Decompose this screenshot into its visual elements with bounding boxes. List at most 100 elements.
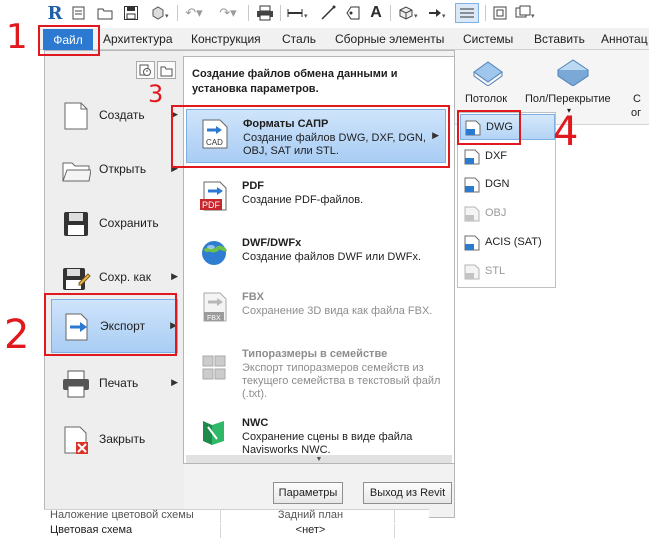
dimension-icon[interactable] <box>318 3 340 23</box>
menu-save[interactable]: Сохранить <box>51 197 178 251</box>
menu-open[interactable]: Открыть ▶ <box>51 143 178 197</box>
flyout-acis-sat-label: ACIS (SAT) <box>485 236 542 248</box>
application-menu-commands: Создать ▶ Открыть ▶ Сохранить Сохр. как … <box>45 51 184 517</box>
tab-precast[interactable]: Сборные элементы <box>335 32 444 46</box>
submenu-family-types-title: Типоразмеры в семействе <box>242 348 388 360</box>
obj-file-icon <box>464 206 480 222</box>
chevron-right-icon: ▶ <box>171 271 178 281</box>
menu-close-label: Закрыть <box>99 432 146 446</box>
save-disk-icon <box>61 209 91 239</box>
tab-insert[interactable]: Вставить <box>534 32 585 46</box>
floor-icon[interactable] <box>555 56 591 89</box>
pdf-icon: PDF <box>200 180 230 212</box>
annotation-box-export <box>44 293 177 356</box>
property-value[interactable]: Задний план <box>221 509 395 523</box>
close-document-icon <box>61 425 91 455</box>
close-hidden-icon[interactable] <box>490 3 510 23</box>
svg-text:PDF: PDF <box>202 200 221 210</box>
3d-view-icon[interactable]: ▾ <box>396 3 422 23</box>
undo-icon[interactable]: ↶▾ <box>182 3 206 23</box>
submenu-nwc-desc: Сохранение сцены в виде файла Navisworks… <box>242 431 413 456</box>
svg-text:▾: ▾ <box>531 13 535 20</box>
properties-table: Наложение цветовой схемы Задний план Цве… <box>44 509 429 538</box>
save-as-icon <box>61 263 91 293</box>
flyout-dgn-label: DGN <box>485 178 510 190</box>
ceiling-label[interactable]: Потолок <box>465 93 507 105</box>
chevron-right-icon: ▶ <box>171 377 178 387</box>
property-value[interactable]: <нет> <box>221 524 395 538</box>
family-types-icon <box>200 352 230 384</box>
tag-icon[interactable] <box>344 3 362 23</box>
annotation-box-file <box>38 25 100 56</box>
menu-close[interactable]: Закрыть <box>51 413 178 467</box>
annotation-number-4: 4 <box>553 109 579 155</box>
tab-steel[interactable]: Сталь <box>282 32 316 46</box>
menu-print-label: Печать <box>99 376 139 390</box>
annotation-number-2: 2 <box>4 312 30 358</box>
svg-text:▾: ▾ <box>165 13 169 20</box>
tab-structure[interactable]: Конструкция <box>191 32 261 46</box>
flyout-stl[interactable]: STL <box>460 259 555 285</box>
submenu-pdf-title: PDF <box>242 180 264 192</box>
menu-new-label: Создать <box>99 108 145 122</box>
revit-logo-icon[interactable]: R <box>46 2 64 24</box>
quick-access-toolbar: R ▾ ↶▾ ↷▾ ▾ A ▾ ▾ ▾ <box>0 0 649 26</box>
save-icon[interactable] <box>122 3 140 23</box>
flyout-dxf-label: DXF <box>485 150 507 162</box>
submenu-dwf-title: DWF/DWFx <box>242 237 302 249</box>
submenu-header: Создание файлов обмена данными и установ… <box>192 68 398 95</box>
scroll-down-icon[interactable]: ▼ <box>186 455 452 463</box>
switch-windows-icon[interactable]: ▾ <box>514 3 538 23</box>
flyout-acis-sat[interactable]: ACIS (SAT) <box>460 230 555 256</box>
flyout-dgn[interactable]: DGN <box>460 172 555 198</box>
annotation-box-dwg <box>457 110 521 145</box>
svg-text:▾: ▾ <box>414 13 418 20</box>
fbx-icon: FBX <box>200 291 230 323</box>
submenu-fbx-desc: Сохранение 3D вида как файла FBX. <box>242 305 433 317</box>
new-document-icon <box>61 101 91 131</box>
property-name: Цветовая схема <box>44 524 221 538</box>
submenu-pdf[interactable]: PDF PDF Создание PDF-файлов. <box>186 172 446 226</box>
print-icon[interactable] <box>255 3 275 23</box>
table-row: Цветовая схема <нет> <box>44 524 429 538</box>
submenu-nwc-title: NWC <box>242 417 269 429</box>
menu-open-label: Открыть <box>99 162 147 176</box>
stl-file-icon <box>464 264 480 280</box>
flyout-dxf[interactable]: DXF <box>460 144 555 170</box>
submenu-dwf[interactable]: DWF/DWFx Создание файлов DWF или DWFx. <box>186 229 446 283</box>
recent-documents-icon[interactable] <box>136 61 155 79</box>
submenu-fbx[interactable]: FBX FBX Сохранение 3D вида как файла FBX… <box>186 283 446 337</box>
property-name: Наложение цветовой схемы <box>44 509 221 523</box>
options-button[interactable]: Параметры <box>273 482 343 504</box>
open-documents-icon[interactable] <box>157 61 176 79</box>
submenu-pdf-desc: Создание PDF-файлов. <box>242 194 364 206</box>
exit-revit-button[interactable]: Выход из Revit <box>363 482 452 504</box>
menu-print[interactable]: Печать ▶ <box>51 357 178 411</box>
thin-lines-icon[interactable] <box>455 3 479 23</box>
ribbon-truncated-label[interactable]: С <box>633 93 641 105</box>
annotation-box-cad-formats <box>171 105 450 168</box>
section-icon[interactable]: ▾ <box>426 3 450 23</box>
dxf-file-icon <box>464 149 480 165</box>
menu-save-label: Сохранить <box>99 216 159 230</box>
flyout-stl-label: STL <box>485 265 506 277</box>
tab-systems[interactable]: Системы <box>463 32 513 46</box>
open-file-icon[interactable] <box>70 3 88 23</box>
text-annotation-icon[interactable]: A <box>368 3 384 23</box>
submenu-dwf-desc: Создание файлов DWF или DWFx. <box>242 251 422 263</box>
sync-icon[interactable]: ▾ <box>148 3 172 23</box>
floor-label[interactable]: Пол/Перекрытие <box>525 93 611 105</box>
redo-icon[interactable]: ↷▾ <box>216 3 240 23</box>
navisworks-icon <box>200 417 230 449</box>
flyout-obj[interactable]: OBJ <box>460 201 555 227</box>
submenu-family-types-desc: Экспорт типоразмеров семейств из текущег… <box>242 362 441 400</box>
measure-icon[interactable]: ▾ <box>285 3 311 23</box>
submenu-fbx-title: FBX <box>242 291 264 303</box>
ceiling-icon[interactable] <box>471 56 505 89</box>
table-row: Наложение цветовой схемы Задний план <box>44 509 429 523</box>
sat-file-icon <box>464 235 480 251</box>
open-folder-icon[interactable] <box>96 3 114 23</box>
tab-annotate[interactable]: Аннотац <box>601 32 648 46</box>
submenu-family-types[interactable]: Типоразмеры в семействе Экспорт типоразм… <box>186 340 446 404</box>
tab-architecture[interactable]: Архитектура <box>103 32 173 46</box>
